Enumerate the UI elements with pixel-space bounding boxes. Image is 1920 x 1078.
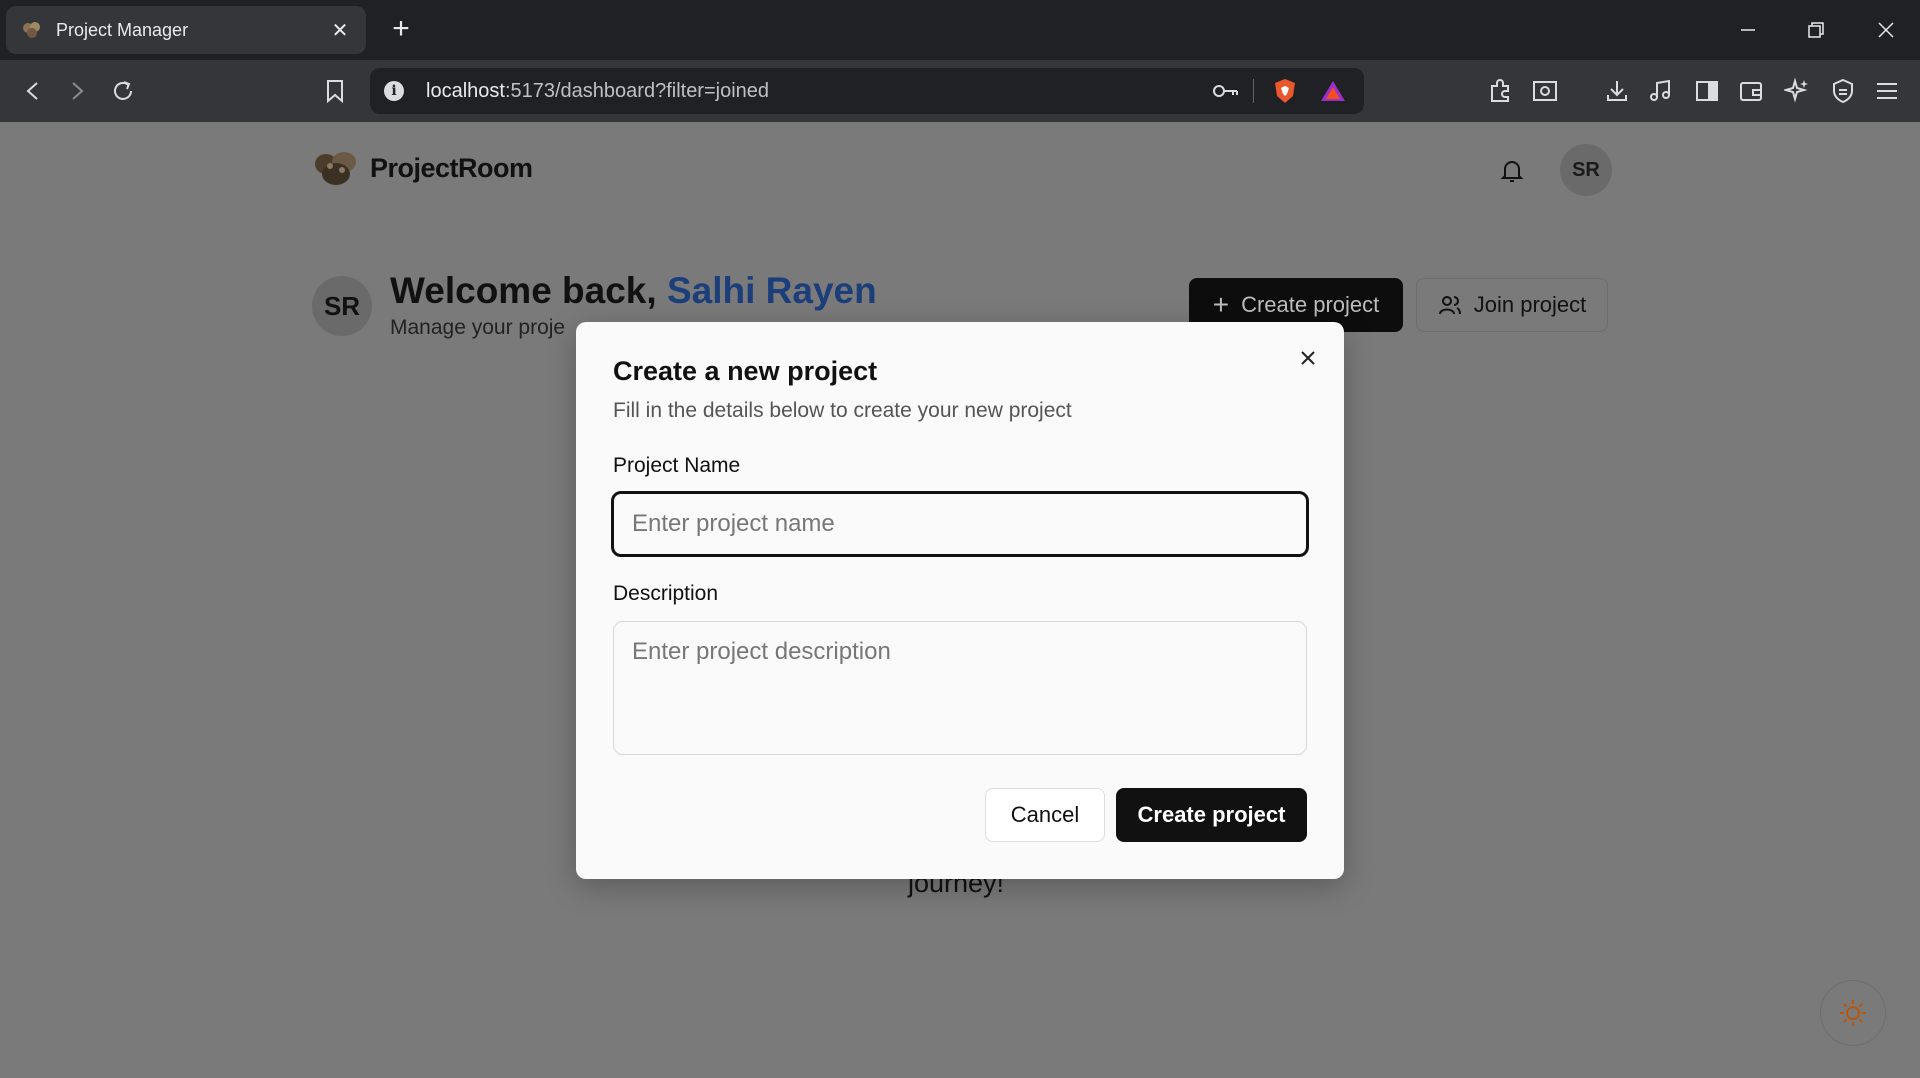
brave-shield-icon[interactable] xyxy=(1268,74,1302,108)
browser-tab-bar: Project Manager ✕ + xyxy=(0,0,1920,60)
download-icon[interactable] xyxy=(1600,74,1634,108)
brave-rewards-icon[interactable] xyxy=(1316,74,1350,108)
browser-tab[interactable]: Project Manager ✕ xyxy=(6,6,366,54)
projectroom-logo-icon xyxy=(312,146,360,190)
dialog-description: Fill in the details below to create your… xyxy=(613,399,1072,422)
new-tab-button[interactable]: + xyxy=(385,14,417,46)
wallet-icon[interactable] xyxy=(1734,74,1768,108)
user-avatar[interactable]: SR xyxy=(1560,144,1612,196)
url-text[interactable]: localhost:5173/dashboard?filter=joined xyxy=(426,80,1195,103)
bookmark-icon[interactable] xyxy=(318,74,352,108)
create-project-dialog: Create a new project Fill in the details… xyxy=(576,322,1344,879)
brand-name: ProjectRoom xyxy=(370,152,533,183)
media-icon[interactable] xyxy=(1644,74,1678,108)
sidebar-icon[interactable] xyxy=(1690,74,1724,108)
submit-create-project-button[interactable]: Create project xyxy=(1116,788,1307,842)
browser-toolbar: i localhost:5173/dashboard?filter=joined xyxy=(0,60,1920,122)
project-name-input[interactable] xyxy=(611,491,1309,557)
restore-icon[interactable] xyxy=(1782,0,1850,60)
close-window-icon[interactable] xyxy=(1852,0,1920,60)
address-bar[interactable]: i localhost:5173/dashboard?filter=joined xyxy=(370,68,1364,114)
description-textarea[interactable] xyxy=(613,621,1307,755)
user-name: Salhi Rayen xyxy=(666,270,877,311)
dialog-title: Create a new project xyxy=(613,356,878,386)
project-name-label: Project Name xyxy=(613,454,741,477)
leo-ai-icon[interactable] xyxy=(1780,74,1814,108)
close-tab-icon[interactable]: ✕ xyxy=(328,18,352,42)
sun-icon xyxy=(1840,1000,1866,1026)
tab-title: Project Manager xyxy=(56,19,189,40)
description-label: Description xyxy=(613,582,719,605)
info-icon[interactable]: i xyxy=(384,81,404,101)
back-icon[interactable] xyxy=(16,74,50,108)
menu-icon[interactable] xyxy=(1870,74,1904,108)
join-project-button[interactable]: Join project xyxy=(1416,278,1608,332)
welcome-avatar: SR xyxy=(312,276,372,336)
theme-toggle-button[interactable] xyxy=(1820,980,1886,1046)
key-icon[interactable] xyxy=(1209,74,1243,108)
brand[interactable]: ProjectRoom xyxy=(312,146,533,190)
plus-icon: + xyxy=(1212,289,1230,320)
minimize-icon[interactable] xyxy=(1714,0,1782,60)
notification-bell-icon[interactable] xyxy=(1496,155,1528,187)
project-favicon-icon xyxy=(20,18,44,42)
forward-icon[interactable] xyxy=(60,74,94,108)
welcome-heading: Welcome back, Salhi Rayen xyxy=(390,270,877,311)
reload-icon[interactable] xyxy=(106,74,140,108)
welcome-subtitle: Manage your proje xyxy=(390,316,566,339)
cancel-button[interactable]: Cancel xyxy=(985,788,1105,842)
users-icon xyxy=(1438,296,1461,315)
screenshot-icon[interactable] xyxy=(1528,74,1562,108)
vpn-icon[interactable] xyxy=(1826,74,1860,108)
close-icon[interactable] xyxy=(1294,344,1322,372)
extensions-icon[interactable] xyxy=(1484,74,1518,108)
